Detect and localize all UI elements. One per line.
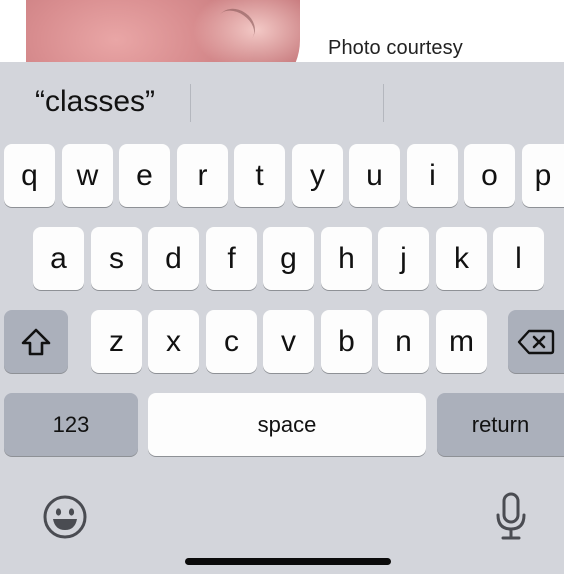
microphone-icon: [496, 492, 526, 540]
key-g[interactable]: g: [263, 227, 314, 290]
key-w[interactable]: w: [62, 144, 113, 207]
emoji-button[interactable]: [40, 492, 90, 542]
key-t[interactable]: t: [234, 144, 285, 207]
key-f[interactable]: f: [206, 227, 257, 290]
space-key-label: space: [257, 411, 317, 437]
suggestion-1[interactable]: “classes”: [0, 62, 190, 142]
shift-key[interactable]: [4, 310, 68, 373]
numbers-key[interactable]: 123: [4, 393, 138, 456]
photo: [26, 0, 300, 62]
key-p[interactable]: p: [522, 144, 564, 207]
photo-caption: Photo courtesy: [328, 37, 463, 59]
delete-key[interactable]: [508, 310, 564, 373]
key-y[interactable]: y: [292, 144, 343, 207]
key-u[interactable]: u: [349, 144, 400, 207]
key-b[interactable]: b: [321, 310, 372, 373]
key-m[interactable]: m: [436, 310, 487, 373]
key-l[interactable]: l: [493, 227, 544, 290]
space-key[interactable]: space: [148, 393, 426, 456]
suggestion-2[interactable]: [190, 62, 383, 142]
key-s[interactable]: s: [91, 227, 142, 290]
key-k[interactable]: k: [436, 227, 487, 290]
home-indicator[interactable]: [185, 558, 391, 565]
key-a[interactable]: a: [33, 227, 84, 290]
key-n[interactable]: n: [378, 310, 429, 373]
key-r[interactable]: r: [177, 144, 228, 207]
return-key[interactable]: return: [437, 393, 564, 456]
key-z[interactable]: z: [91, 310, 142, 373]
suggestion-3[interactable]: [383, 62, 564, 142]
key-h[interactable]: h: [321, 227, 372, 290]
suggestion-bar: “classes”: [0, 62, 564, 142]
key-o[interactable]: o: [464, 144, 515, 207]
key-x[interactable]: x: [148, 310, 199, 373]
background-page: Photo courtesy: [0, 0, 564, 62]
shift-icon: [21, 328, 51, 355]
key-c[interactable]: c: [206, 310, 257, 373]
dictation-button[interactable]: [488, 490, 534, 542]
delete-icon: [517, 329, 555, 354]
key-q[interactable]: q: [4, 144, 55, 207]
photo-detail: [210, 1, 262, 52]
key-d[interactable]: d: [148, 227, 199, 290]
keyboard: “classes” q w e r t y u i o p a s d f g …: [0, 62, 564, 574]
key-i[interactable]: i: [407, 144, 458, 207]
emoji-icon: [43, 495, 87, 539]
key-e[interactable]: e: [119, 144, 170, 207]
key-v[interactable]: v: [263, 310, 314, 373]
return-key-label: return: [471, 411, 530, 437]
numbers-key-label: 123: [52, 411, 90, 437]
key-j[interactable]: j: [378, 227, 429, 290]
